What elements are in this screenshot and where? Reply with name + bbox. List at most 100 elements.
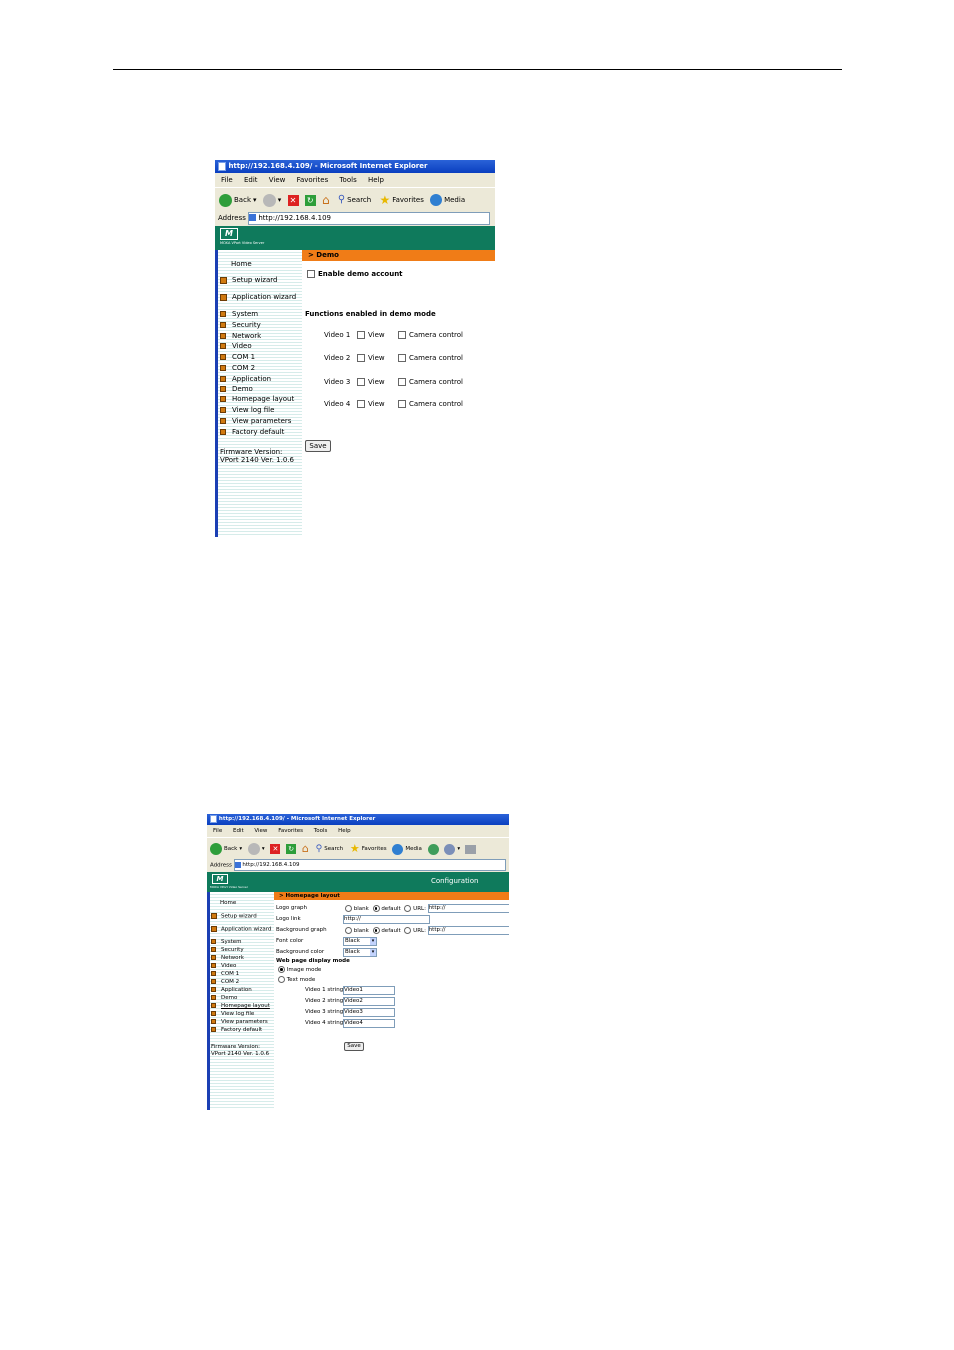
camera-control-checkbox[interactable] bbox=[398, 331, 406, 339]
back-button[interactable]: Back ▾ bbox=[210, 838, 242, 860]
video-3-camera-control[interactable]: Camera control bbox=[398, 378, 463, 386]
forward-button[interactable]: ▾ bbox=[247, 838, 265, 860]
camera-control-checkbox[interactable] bbox=[398, 400, 406, 408]
video-2-string-input[interactable]: Video2 bbox=[343, 997, 395, 1006]
address-input[interactable]: http://192.168.4.109 bbox=[233, 859, 506, 871]
save-button[interactable]: Save bbox=[344, 1042, 364, 1051]
address-input[interactable]: http://192.168.4.109 bbox=[248, 211, 491, 225]
enable-demo-account[interactable]: Enable demo account bbox=[307, 270, 403, 278]
background-graph-default-radio[interactable] bbox=[372, 927, 380, 934]
sidebar-item-com2[interactable]: COM 2 bbox=[211, 979, 239, 985]
menu-help[interactable]: Help bbox=[368, 173, 384, 187]
home-button[interactable]: ⌂ bbox=[302, 838, 309, 860]
sidebar-item-system[interactable]: System bbox=[211, 939, 242, 945]
back-button[interactable]: Back ▾ bbox=[219, 188, 257, 212]
image-mode-option[interactable]: Image mode bbox=[278, 966, 321, 973]
video-3-view[interactable]: View bbox=[357, 378, 385, 386]
sidebar-item-demo[interactable]: Demo bbox=[211, 995, 237, 1001]
background-color-select[interactable]: Black ▾ bbox=[343, 948, 377, 957]
background-graph-url-radio[interactable] bbox=[404, 927, 412, 934]
sidebar-item-application[interactable]: Application bbox=[211, 987, 252, 993]
sidebar-item-factory-default[interactable]: Factory default bbox=[211, 1027, 262, 1033]
sidebar-item-video[interactable]: Video bbox=[211, 963, 236, 969]
sidebar-item-view-parameters[interactable]: View parameters bbox=[211, 1019, 268, 1025]
search-button[interactable]: ⚲ Search bbox=[316, 838, 344, 860]
sidebar-item-application-wizard[interactable]: Application wizard bbox=[211, 926, 271, 933]
menu-tools[interactable]: Tools bbox=[339, 173, 356, 187]
video-4-view[interactable]: View bbox=[357, 400, 385, 408]
sidebar-item-homepage-layout[interactable]: Homepage layout bbox=[220, 395, 294, 403]
video-1-string-input[interactable]: Video1 bbox=[343, 986, 395, 995]
media-button[interactable]: Media bbox=[392, 838, 422, 860]
view-checkbox[interactable] bbox=[357, 354, 365, 362]
sidebar-item-home[interactable]: Home bbox=[220, 900, 236, 906]
menu-edit[interactable]: Edit bbox=[233, 825, 244, 837]
video-4-camera-control[interactable]: Camera control bbox=[398, 400, 463, 408]
menu-view[interactable]: View bbox=[254, 825, 267, 837]
sidebar-item-system[interactable]: System bbox=[220, 310, 258, 318]
sidebar-item-security[interactable]: Security bbox=[220, 321, 261, 329]
favorites-button[interactable]: ★ Favorites bbox=[379, 188, 423, 212]
favorites-button[interactable]: ★ Favorites bbox=[350, 838, 387, 860]
sidebar-item-view-log-file[interactable]: View log file bbox=[220, 406, 274, 414]
sidebar-item-view-log-file[interactable]: View log file bbox=[211, 1011, 254, 1017]
menu-file[interactable]: File bbox=[221, 173, 233, 187]
sidebar-item-com1[interactable]: COM 1 bbox=[211, 971, 239, 977]
sidebar-item-homepage-layout[interactable]: Homepage layout bbox=[211, 1003, 270, 1009]
menu-edit[interactable]: Edit bbox=[244, 173, 258, 187]
text-mode-radio[interactable] bbox=[278, 976, 285, 983]
video-1-view[interactable]: View bbox=[357, 331, 385, 339]
menu-help[interactable]: Help bbox=[338, 825, 351, 837]
video-1-camera-control[interactable]: Camera control bbox=[398, 331, 463, 339]
sidebar-item-setup-wizard[interactable]: Setup wizard bbox=[220, 276, 277, 284]
image-mode-radio[interactable] bbox=[278, 966, 285, 973]
text-mode-option[interactable]: Text mode bbox=[278, 976, 315, 983]
logo-graph-url-radio[interactable] bbox=[404, 905, 412, 912]
search-button[interactable]: ⚲ Search bbox=[338, 188, 371, 212]
view-checkbox[interactable] bbox=[357, 378, 365, 386]
menu-favorites[interactable]: Favorites bbox=[297, 173, 329, 187]
video-3-string-input[interactable]: Video3 bbox=[343, 1008, 395, 1017]
background-graph-blank-radio[interactable] bbox=[345, 927, 352, 934]
sidebar-item-setup-wizard[interactable]: Setup wizard bbox=[211, 913, 257, 920]
menu-file[interactable]: File bbox=[213, 825, 222, 837]
save-button[interactable]: Save bbox=[305, 440, 331, 452]
stop-button[interactable]: ✕ bbox=[270, 844, 281, 854]
sidebar-item-com2[interactable]: COM 2 bbox=[220, 364, 255, 372]
refresh-button[interactable]: ↻ bbox=[304, 194, 316, 206]
sidebar-item-application-wizard[interactable]: Application wizard bbox=[220, 293, 296, 301]
sidebar-item-network[interactable]: Network bbox=[220, 332, 261, 340]
mail-button[interactable]: ▾ bbox=[444, 838, 460, 860]
video-2-view[interactable]: View bbox=[357, 354, 385, 362]
font-color-select[interactable]: Black ▾ bbox=[343, 937, 377, 946]
stop-button[interactable]: ✕ bbox=[287, 194, 299, 206]
camera-control-checkbox[interactable] bbox=[398, 378, 406, 386]
logo-graph-default-radio[interactable] bbox=[372, 905, 380, 912]
history-button[interactable] bbox=[427, 843, 439, 855]
enable-demo-checkbox[interactable] bbox=[307, 270, 315, 278]
home-button[interactable]: ⌂ bbox=[322, 188, 330, 212]
sidebar-item-security[interactable]: Security bbox=[211, 947, 244, 953]
sidebar-item-application[interactable]: Application bbox=[220, 375, 271, 383]
video-2-camera-control[interactable]: Camera control bbox=[398, 354, 463, 362]
menu-view[interactable]: View bbox=[269, 173, 286, 187]
logo-graph-url-input[interactable]: http:// bbox=[427, 904, 509, 913]
media-button[interactable]: Media bbox=[430, 188, 465, 212]
background-graph-url-input[interactable]: http:// bbox=[427, 926, 509, 935]
sidebar-item-network[interactable]: Network bbox=[211, 955, 244, 961]
camera-control-checkbox[interactable] bbox=[398, 354, 406, 362]
menu-favorites[interactable]: Favorites bbox=[278, 825, 303, 837]
refresh-button[interactable]: ↻ bbox=[286, 844, 297, 854]
sidebar-item-demo[interactable]: Demo bbox=[220, 385, 253, 393]
logo-graph-blank-radio[interactable] bbox=[345, 905, 352, 912]
video-4-string-input[interactable]: Video4 bbox=[343, 1019, 395, 1028]
sidebar-item-video[interactable]: Video bbox=[220, 342, 252, 350]
view-checkbox[interactable] bbox=[357, 400, 365, 408]
sidebar-item-view-parameters[interactable]: View parameters bbox=[220, 417, 291, 425]
view-checkbox[interactable] bbox=[357, 331, 365, 339]
sidebar-item-home[interactable]: Home bbox=[231, 260, 252, 268]
menu-tools[interactable]: Tools bbox=[314, 825, 328, 837]
logo-link-input[interactable]: http:// bbox=[343, 915, 430, 924]
forward-button[interactable]: ▾ bbox=[262, 188, 281, 212]
sidebar-item-com1[interactable]: COM 1 bbox=[220, 353, 255, 361]
